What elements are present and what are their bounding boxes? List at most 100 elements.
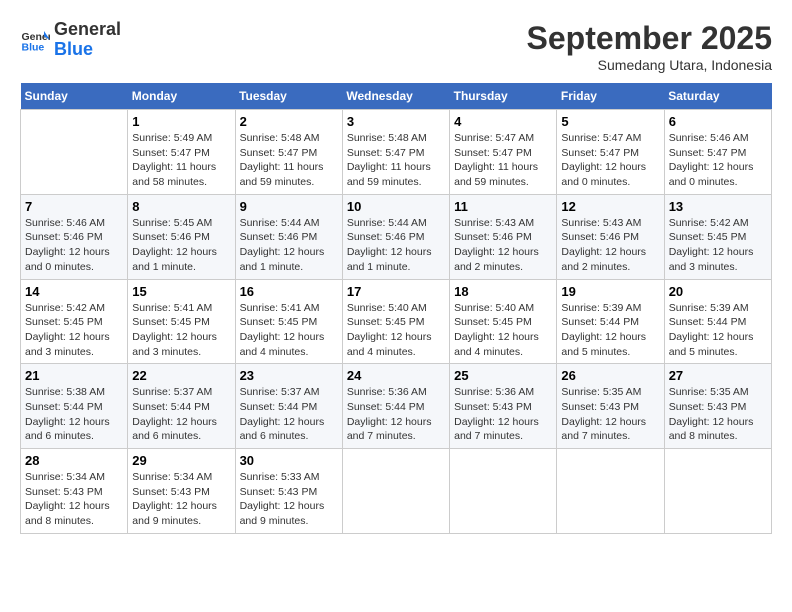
day-number: 20: [669, 284, 767, 299]
calendar-cell: [557, 449, 664, 534]
day-info: Sunrise: 5:48 AM Sunset: 5:47 PM Dayligh…: [347, 131, 445, 190]
day-number: 5: [561, 114, 659, 129]
svg-text:Blue: Blue: [22, 41, 45, 53]
day-info: Sunrise: 5:36 AM Sunset: 5:44 PM Dayligh…: [347, 385, 445, 444]
calendar-cell: 16 Sunrise: 5:41 AM Sunset: 5:45 PM Dayli…: [235, 279, 342, 364]
day-number: 28: [25, 453, 123, 468]
day-info: Sunrise: 5:38 AM Sunset: 5:44 PM Dayligh…: [25, 385, 123, 444]
day-number: 1: [132, 114, 230, 129]
calendar-cell: 10 Sunrise: 5:44 AM Sunset: 5:46 PM Dayli…: [342, 194, 449, 279]
weekday-header-monday: Monday: [128, 83, 235, 110]
calendar-cell: 17 Sunrise: 5:40 AM Sunset: 5:45 PM Dayli…: [342, 279, 449, 364]
day-info: Sunrise: 5:33 AM Sunset: 5:43 PM Dayligh…: [240, 470, 338, 529]
title-area: September 2025 Sumedang Utara, Indonesia: [527, 20, 772, 73]
calendar-cell: 21 Sunrise: 5:38 AM Sunset: 5:44 PM Dayli…: [21, 364, 128, 449]
weekday-header-row: SundayMondayTuesdayWednesdayThursdayFrid…: [21, 83, 772, 110]
day-info: Sunrise: 5:40 AM Sunset: 5:45 PM Dayligh…: [347, 301, 445, 360]
calendar-cell: 29 Sunrise: 5:34 AM Sunset: 5:43 PM Dayli…: [128, 449, 235, 534]
weekday-header-tuesday: Tuesday: [235, 83, 342, 110]
week-row-4: 21 Sunrise: 5:38 AM Sunset: 5:44 PM Dayli…: [21, 364, 772, 449]
day-number: 26: [561, 368, 659, 383]
day-info: Sunrise: 5:41 AM Sunset: 5:45 PM Dayligh…: [132, 301, 230, 360]
calendar-cell: 25 Sunrise: 5:36 AM Sunset: 5:43 PM Dayli…: [450, 364, 557, 449]
month-title: September 2025: [527, 20, 772, 57]
calendar-cell: 7 Sunrise: 5:46 AM Sunset: 5:46 PM Daylig…: [21, 194, 128, 279]
calendar-cell: 27 Sunrise: 5:35 AM Sunset: 5:43 PM Dayli…: [664, 364, 771, 449]
calendar-cell: 12Sunrise: 5:43 AM Sunset: 5:46 PM Dayli…: [557, 194, 664, 279]
day-number: 24: [347, 368, 445, 383]
day-info: Sunrise: 5:44 AM Sunset: 5:46 PM Dayligh…: [240, 216, 338, 275]
day-info: Sunrise: 5:45 AM Sunset: 5:46 PM Dayligh…: [132, 216, 230, 275]
day-info: Sunrise: 5:42 AM Sunset: 5:45 PM Dayligh…: [669, 216, 767, 275]
calendar-cell: 18 Sunrise: 5:40 AM Sunset: 5:45 PM Dayli…: [450, 279, 557, 364]
day-info: Sunrise: 5:39 AM Sunset: 5:44 PM Dayligh…: [561, 301, 659, 360]
logo-icon: General Blue: [20, 25, 50, 55]
day-number: 25: [454, 368, 552, 383]
day-number: 15: [132, 284, 230, 299]
day-number: 16: [240, 284, 338, 299]
calendar-cell: 8 Sunrise: 5:45 AM Sunset: 5:46 PM Daylig…: [128, 194, 235, 279]
day-number: 11: [454, 199, 552, 214]
day-number: 22: [132, 368, 230, 383]
calendar-cell: 15 Sunrise: 5:41 AM Sunset: 5:45 PM Dayli…: [128, 279, 235, 364]
calendar-cell: 22 Sunrise: 5:37 AM Sunset: 5:44 PM Dayli…: [128, 364, 235, 449]
location-subtitle: Sumedang Utara, Indonesia: [527, 57, 772, 73]
day-number: 4: [454, 114, 552, 129]
calendar-cell: 26 Sunrise: 5:35 AM Sunset: 5:43 PM Dayli…: [557, 364, 664, 449]
day-number: 14: [25, 284, 123, 299]
calendar-cell: 30 Sunrise: 5:33 AM Sunset: 5:43 PM Dayli…: [235, 449, 342, 534]
calendar-cell: 24 Sunrise: 5:36 AM Sunset: 5:44 PM Dayli…: [342, 364, 449, 449]
day-number: 29: [132, 453, 230, 468]
calendar-cell: 28 Sunrise: 5:34 AM Sunset: 5:43 PM Dayli…: [21, 449, 128, 534]
day-info: Sunrise: 5:46 AM Sunset: 5:46 PM Dayligh…: [25, 216, 123, 275]
week-row-5: 28 Sunrise: 5:34 AM Sunset: 5:43 PM Dayli…: [21, 449, 772, 534]
day-number: 13: [669, 199, 767, 214]
day-number: 27: [669, 368, 767, 383]
day-number: 3: [347, 114, 445, 129]
day-number: 8: [132, 199, 230, 214]
weekday-header-wednesday: Wednesday: [342, 83, 449, 110]
week-row-1: 1Sunrise: 5:49 AM Sunset: 5:47 PM Daylig…: [21, 110, 772, 195]
day-info: Sunrise: 5:37 AM Sunset: 5:44 PM Dayligh…: [132, 385, 230, 444]
day-info: Sunrise: 5:43 AM Sunset: 5:46 PM Dayligh…: [454, 216, 552, 275]
day-number: 10: [347, 199, 445, 214]
day-number: 6: [669, 114, 767, 129]
calendar-cell: 13 Sunrise: 5:42 AM Sunset: 5:45 PM Dayli…: [664, 194, 771, 279]
weekday-header-friday: Friday: [557, 83, 664, 110]
day-info: Sunrise: 5:41 AM Sunset: 5:45 PM Dayligh…: [240, 301, 338, 360]
day-number: 18: [454, 284, 552, 299]
day-number: 30: [240, 453, 338, 468]
day-info: Sunrise: 5:48 AM Sunset: 5:47 PM Dayligh…: [240, 131, 338, 190]
weekday-header-sunday: Sunday: [21, 83, 128, 110]
calendar-cell: 2 Sunrise: 5:48 AM Sunset: 5:47 PM Daylig…: [235, 110, 342, 195]
day-info: Sunrise: 5:39 AM Sunset: 5:44 PM Dayligh…: [669, 301, 767, 360]
calendar-cell: [664, 449, 771, 534]
day-info: Sunrise: 5:35 AM Sunset: 5:43 PM Dayligh…: [561, 385, 659, 444]
day-number: 7: [25, 199, 123, 214]
day-number: 23: [240, 368, 338, 383]
day-info: Sunrise: 5:44 AM Sunset: 5:46 PM Dayligh…: [347, 216, 445, 275]
day-info: Sunrise: 5:35 AM Sunset: 5:43 PM Dayligh…: [669, 385, 767, 444]
week-row-3: 14Sunrise: 5:42 AM Sunset: 5:45 PM Dayli…: [21, 279, 772, 364]
logo: General Blue General Blue: [20, 20, 121, 60]
day-number: 2: [240, 114, 338, 129]
weekday-header-thursday: Thursday: [450, 83, 557, 110]
calendar-cell: 9 Sunrise: 5:44 AM Sunset: 5:46 PM Daylig…: [235, 194, 342, 279]
weekday-header-saturday: Saturday: [664, 83, 771, 110]
day-number: 9: [240, 199, 338, 214]
day-info: Sunrise: 5:47 AM Sunset: 5:47 PM Dayligh…: [561, 131, 659, 190]
calendar-cell: 6 Sunrise: 5:46 AM Sunset: 5:47 PM Daylig…: [664, 110, 771, 195]
day-number: 17: [347, 284, 445, 299]
day-info: Sunrise: 5:36 AM Sunset: 5:43 PM Dayligh…: [454, 385, 552, 444]
day-info: Sunrise: 5:47 AM Sunset: 5:47 PM Dayligh…: [454, 131, 552, 190]
day-info: Sunrise: 5:34 AM Sunset: 5:43 PM Dayligh…: [132, 470, 230, 529]
day-number: 21: [25, 368, 123, 383]
day-number: 12: [561, 199, 659, 214]
calendar-cell: [21, 110, 128, 195]
calendar-cell: 11 Sunrise: 5:43 AM Sunset: 5:46 PM Dayli…: [450, 194, 557, 279]
day-info: Sunrise: 5:40 AM Sunset: 5:45 PM Dayligh…: [454, 301, 552, 360]
calendar-cell: [342, 449, 449, 534]
day-info: Sunrise: 5:46 AM Sunset: 5:47 PM Dayligh…: [669, 131, 767, 190]
day-info: Sunrise: 5:34 AM Sunset: 5:43 PM Dayligh…: [25, 470, 123, 529]
calendar-cell: [450, 449, 557, 534]
